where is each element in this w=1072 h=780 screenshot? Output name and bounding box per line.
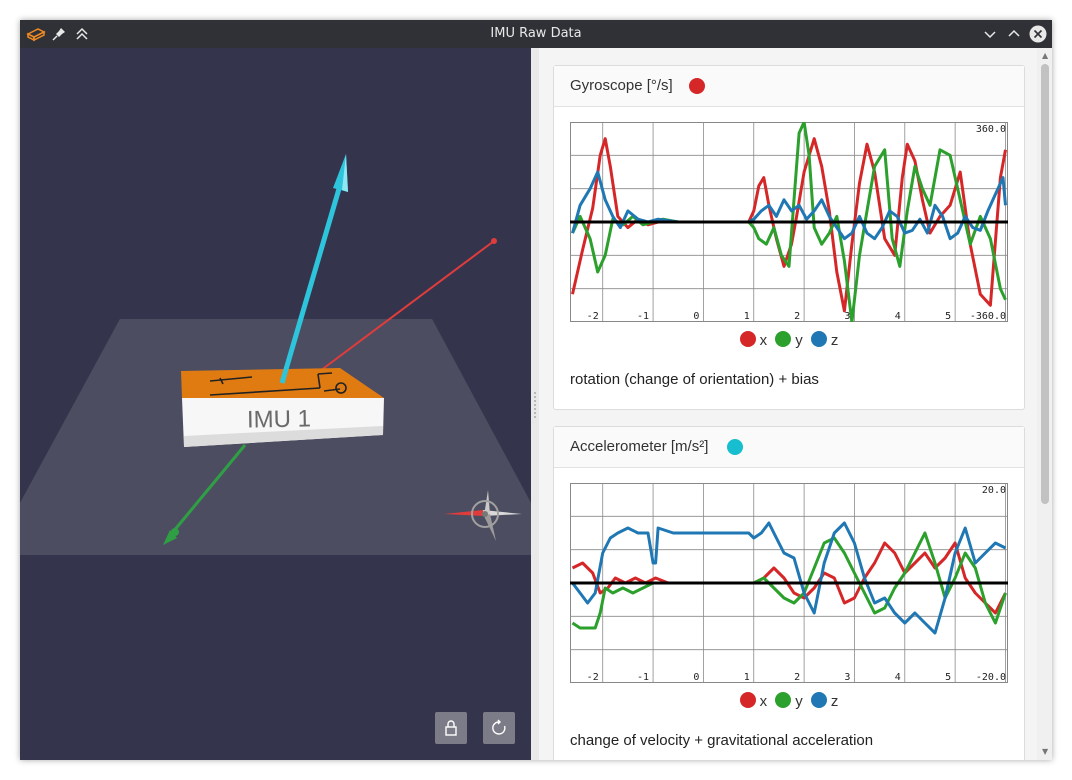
accel-card-header: Accelerometer [m/s²]	[554, 427, 1024, 468]
legend-z: z	[810, 692, 839, 710]
x-tick-label: 3	[844, 311, 850, 322]
accel-card: Accelerometer [m/s²] -2 -1 0 1 2 3 4 5 20.0 -20.0…	[553, 426, 1025, 760]
x-tick-label: 5	[945, 311, 951, 322]
data-panel: Gyroscope [°/s] -2 -1 0 1 2 3 4 5 360.0 -360.0 x …	[539, 48, 1052, 760]
scrollbar-thumb[interactable]	[1041, 64, 1049, 504]
scroll-down-icon[interactable]: ▼	[1042, 747, 1048, 756]
legend-x-label: x	[759, 693, 768, 710]
accel-legend: x y z	[554, 692, 1024, 710]
legend-z-marker	[810, 692, 827, 708]
x-axis-tip	[491, 238, 497, 244]
splitter-grip[interactable]	[534, 392, 538, 418]
minimize-icon[interactable]	[981, 25, 999, 43]
3d-scene	[20, 154, 531, 555]
maximize-icon[interactable]	[1005, 25, 1023, 43]
x-tick-label: 4	[895, 311, 901, 322]
x-tick-label: 4	[895, 672, 901, 683]
x-tick-label: -2	[587, 672, 599, 683]
legend-y-label: y	[795, 332, 803, 349]
reset-icon	[492, 719, 506, 735]
lock-button[interactable]	[435, 712, 467, 744]
imu-label: IMU 1	[246, 405, 312, 434]
reset-view-button[interactable]	[483, 712, 515, 744]
gyro-title: Gyroscope [°/s]	[570, 77, 673, 94]
x-tick-label: 1	[744, 311, 750, 322]
gyro-description: rotation (change of orientation) + bias	[570, 371, 819, 388]
y-min-label: -360.0	[970, 311, 1006, 322]
gyro-card-header: Gyroscope [°/s]	[554, 66, 1024, 107]
x-tick-label: 0	[693, 672, 699, 683]
accel-title: Accelerometer [m/s²]	[570, 438, 709, 455]
window-title: IMU Raw Data	[490, 26, 582, 41]
x-tick-label: -2	[587, 311, 599, 322]
accel-description: change of velocity + gravitational accel…	[570, 732, 874, 749]
scroll-up-icon[interactable]: ▲	[1042, 51, 1048, 60]
x-tick-label: 5	[945, 672, 951, 683]
legend-x-marker	[739, 692, 756, 708]
x-tick-label: 1	[744, 672, 750, 683]
legend-z-marker	[810, 331, 827, 347]
gyro-legend: x y z	[554, 331, 1024, 349]
3d-viewport[interactable]: IMU 1	[20, 48, 531, 760]
gyro-card: Gyroscope [°/s] -2 -1 0 1 2 3 4 5 360.0 -360.0 x …	[553, 65, 1025, 410]
legend-z-label: z	[830, 332, 839, 349]
close-icon[interactable]	[1029, 25, 1047, 43]
gyro-chart: -2 -1 0 1 2 3 4 5 360.0 -360.0	[570, 122, 1008, 322]
legend-x-label: x	[759, 332, 768, 349]
x-tick-label: -1	[637, 672, 649, 683]
legend-y-marker	[775, 331, 792, 347]
legend-z-label: z	[830, 693, 839, 710]
y-max-label: 20.0	[982, 485, 1006, 496]
x-tick-label: 3	[844, 672, 850, 683]
x-tick-label: 2	[794, 672, 800, 683]
gyro-status-dot	[689, 78, 705, 94]
app-window: IMU Raw Data IMU 1 Gyroscope [°/s] -2 -1…	[20, 20, 1052, 760]
accel-status-dot	[727, 439, 743, 455]
x-tick-label: 0	[693, 311, 699, 322]
legend-y: y	[775, 331, 803, 349]
y-min-label: -20.0	[976, 672, 1006, 683]
lock-icon	[445, 720, 457, 736]
legend-y: y	[775, 692, 803, 710]
legend-z: z	[810, 331, 839, 349]
legend-x-marker	[739, 331, 756, 347]
x-tick-label: 2	[794, 311, 800, 322]
legend-y-label: y	[795, 693, 803, 710]
legend-y-marker	[775, 692, 792, 708]
title-bar[interactable]: IMU Raw Data	[20, 20, 1052, 48]
accel-chart: -2 -1 0 1 2 3 4 5 20.0 -20.0	[570, 483, 1008, 683]
y-max-label: 360.0	[976, 124, 1006, 135]
legend-x: x	[739, 692, 768, 710]
x-tick-label: -1	[637, 311, 649, 322]
legend-x: x	[739, 331, 768, 349]
